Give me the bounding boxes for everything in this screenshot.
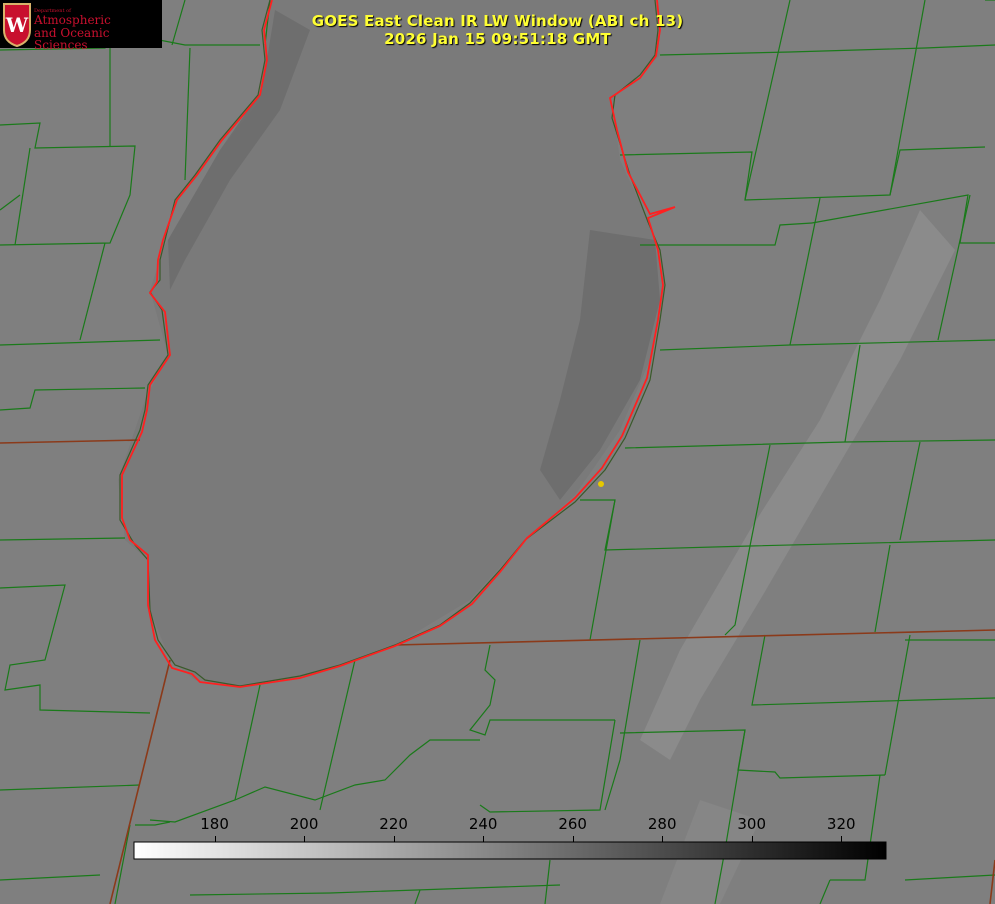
colorbar-tick-mark <box>304 836 306 842</box>
colorbar-gradient <box>133 841 887 860</box>
colorbar-tick-label: 300 <box>737 815 767 833</box>
colorbar-tick-mark <box>214 836 216 842</box>
colorbar-tick-mark <box>841 836 843 842</box>
image-title: GOES East Clean IR LW Window (ABI ch 13) <box>311 12 684 30</box>
colorbar-tick-mark <box>393 836 395 842</box>
colorbar-tick-mark <box>483 836 485 842</box>
colorbar-tick-mark <box>751 836 753 842</box>
colorbar-tick-label: 320 <box>826 815 856 833</box>
colorbar-tick-label: 220 <box>379 815 408 833</box>
colorbar-tick-mark <box>662 836 664 842</box>
image-timestamp: 2026 Jan 15 09:51:18 GMT <box>384 30 611 48</box>
colorbar-tick-label: 200 <box>289 815 319 833</box>
location-marker <box>598 481 604 487</box>
colorbar-tick-label: 260 <box>558 815 587 833</box>
colorbar-tick-mark <box>572 836 574 842</box>
satellite-map <box>0 0 995 904</box>
colorbar-tick-label: 280 <box>647 815 677 833</box>
colorbar-tick-label: 180 <box>200 815 229 833</box>
colorbar-tick-label: 240 <box>468 815 498 833</box>
